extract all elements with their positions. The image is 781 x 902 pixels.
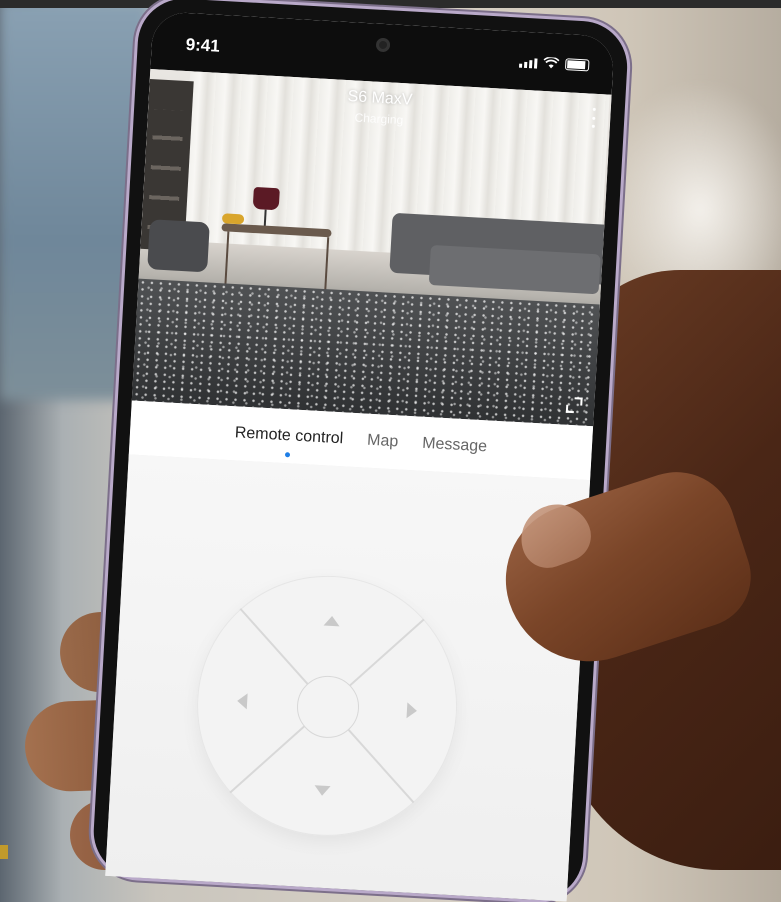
more-options-icon[interactable]: [590, 107, 597, 128]
battery-icon: [564, 58, 590, 72]
up-arrow-icon[interactable]: [323, 615, 341, 627]
phone-screen: 9:41 S6 MaxV Charging Remote control Map…: [105, 11, 615, 902]
fullscreen-icon[interactable]: [566, 397, 583, 414]
scene-chair: [147, 219, 210, 273]
status-icons: [518, 56, 590, 72]
status-time: 9:41: [185, 34, 221, 56]
camera-view[interactable]: S6 MaxV Charging: [131, 68, 612, 427]
direction-pad[interactable]: [190, 568, 465, 843]
front-camera: [375, 37, 391, 53]
tab-remote-control[interactable]: Remote control: [230, 424, 347, 448]
tab-map[interactable]: Map: [363, 431, 403, 451]
left-arrow-icon[interactable]: [236, 692, 248, 710]
wifi-icon: [543, 56, 560, 69]
video-top-strip: [0, 0, 781, 8]
down-arrow-icon[interactable]: [314, 785, 331, 797]
scene-sofa: [428, 244, 601, 295]
scene-fruit-bowl: [221, 213, 245, 225]
scene-table-legs: [224, 231, 330, 293]
remote-control-panel: [105, 454, 591, 902]
tab-message[interactable]: Message: [418, 435, 492, 457]
right-arrow-icon[interactable]: [406, 702, 418, 719]
phone: 9:41 S6 MaxV Charging Remote control Map…: [91, 0, 630, 902]
scene-lamp: [252, 186, 280, 211]
signal-icon: [518, 58, 538, 69]
video-corner-tag: [0, 845, 8, 859]
